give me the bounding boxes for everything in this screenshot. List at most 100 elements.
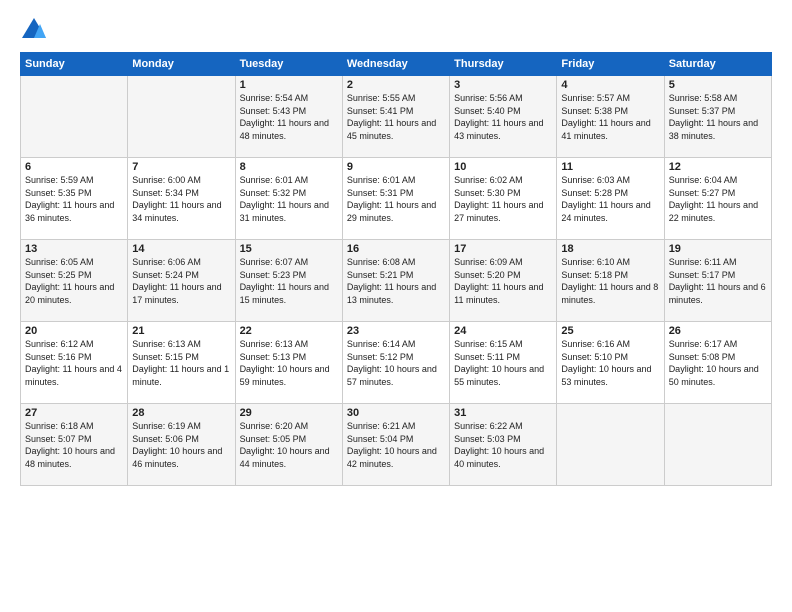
day-detail: Sunrise: 6:13 AM Sunset: 5:15 PM Dayligh… (132, 338, 230, 388)
day-of-week-header: Monday (128, 53, 235, 76)
day-detail: Sunrise: 6:06 AM Sunset: 5:24 PM Dayligh… (132, 256, 230, 306)
calendar-week-row: 27Sunrise: 6:18 AM Sunset: 5:07 PM Dayli… (21, 404, 772, 486)
page: SundayMondayTuesdayWednesdayThursdayFrid… (0, 0, 792, 612)
day-number: 26 (669, 325, 767, 337)
day-detail: Sunrise: 6:09 AM Sunset: 5:20 PM Dayligh… (454, 256, 552, 306)
day-detail: Sunrise: 5:57 AM Sunset: 5:38 PM Dayligh… (561, 92, 659, 142)
day-number: 11 (561, 161, 659, 173)
day-detail: Sunrise: 6:05 AM Sunset: 5:25 PM Dayligh… (25, 256, 123, 306)
calendar-week-row: 6Sunrise: 5:59 AM Sunset: 5:35 PM Daylig… (21, 158, 772, 240)
day-number: 7 (132, 161, 230, 173)
calendar-header: SundayMondayTuesdayWednesdayThursdayFrid… (21, 53, 772, 76)
calendar-cell: 9Sunrise: 6:01 AM Sunset: 5:31 PM Daylig… (342, 158, 449, 240)
day-number: 28 (132, 407, 230, 419)
calendar-cell: 28Sunrise: 6:19 AM Sunset: 5:06 PM Dayli… (128, 404, 235, 486)
day-number: 1 (240, 79, 338, 91)
day-of-week-header: Thursday (450, 53, 557, 76)
calendar-cell (21, 76, 128, 158)
day-number: 13 (25, 243, 123, 255)
calendar-cell: 19Sunrise: 6:11 AM Sunset: 5:17 PM Dayli… (664, 240, 771, 322)
day-detail: Sunrise: 6:22 AM Sunset: 5:03 PM Dayligh… (454, 420, 552, 470)
calendar-cell (664, 404, 771, 486)
day-number: 10 (454, 161, 552, 173)
calendar-cell: 2Sunrise: 5:55 AM Sunset: 5:41 PM Daylig… (342, 76, 449, 158)
day-number: 4 (561, 79, 659, 91)
calendar-cell: 24Sunrise: 6:15 AM Sunset: 5:11 PM Dayli… (450, 322, 557, 404)
day-number: 30 (347, 407, 445, 419)
day-detail: Sunrise: 6:12 AM Sunset: 5:16 PM Dayligh… (25, 338, 123, 388)
day-detail: Sunrise: 6:19 AM Sunset: 5:06 PM Dayligh… (132, 420, 230, 470)
calendar-week-row: 13Sunrise: 6:05 AM Sunset: 5:25 PM Dayli… (21, 240, 772, 322)
calendar-cell: 17Sunrise: 6:09 AM Sunset: 5:20 PM Dayli… (450, 240, 557, 322)
calendar-cell (128, 76, 235, 158)
calendar-cell: 15Sunrise: 6:07 AM Sunset: 5:23 PM Dayli… (235, 240, 342, 322)
day-detail: Sunrise: 6:14 AM Sunset: 5:12 PM Dayligh… (347, 338, 445, 388)
day-detail: Sunrise: 6:16 AM Sunset: 5:10 PM Dayligh… (561, 338, 659, 388)
calendar-week-row: 20Sunrise: 6:12 AM Sunset: 5:16 PM Dayli… (21, 322, 772, 404)
day-detail: Sunrise: 6:02 AM Sunset: 5:30 PM Dayligh… (454, 174, 552, 224)
calendar-cell (557, 404, 664, 486)
calendar-cell: 30Sunrise: 6:21 AM Sunset: 5:04 PM Dayli… (342, 404, 449, 486)
day-number: 27 (25, 407, 123, 419)
day-number: 22 (240, 325, 338, 337)
day-detail: Sunrise: 5:54 AM Sunset: 5:43 PM Dayligh… (240, 92, 338, 142)
day-number: 15 (240, 243, 338, 255)
calendar-cell: 26Sunrise: 6:17 AM Sunset: 5:08 PM Dayli… (664, 322, 771, 404)
calendar-cell: 7Sunrise: 6:00 AM Sunset: 5:34 PM Daylig… (128, 158, 235, 240)
day-detail: Sunrise: 6:11 AM Sunset: 5:17 PM Dayligh… (669, 256, 767, 306)
header (20, 16, 772, 44)
calendar-table: SundayMondayTuesdayWednesdayThursdayFrid… (20, 52, 772, 486)
calendar-cell: 27Sunrise: 6:18 AM Sunset: 5:07 PM Dayli… (21, 404, 128, 486)
day-number: 29 (240, 407, 338, 419)
day-detail: Sunrise: 6:18 AM Sunset: 5:07 PM Dayligh… (25, 420, 123, 470)
day-number: 14 (132, 243, 230, 255)
day-number: 20 (25, 325, 123, 337)
calendar-body: 1Sunrise: 5:54 AM Sunset: 5:43 PM Daylig… (21, 76, 772, 486)
day-detail: Sunrise: 6:08 AM Sunset: 5:21 PM Dayligh… (347, 256, 445, 306)
calendar-cell: 20Sunrise: 6:12 AM Sunset: 5:16 PM Dayli… (21, 322, 128, 404)
calendar-cell: 13Sunrise: 6:05 AM Sunset: 5:25 PM Dayli… (21, 240, 128, 322)
calendar-cell: 1Sunrise: 5:54 AM Sunset: 5:43 PM Daylig… (235, 76, 342, 158)
calendar-cell: 11Sunrise: 6:03 AM Sunset: 5:28 PM Dayli… (557, 158, 664, 240)
calendar-cell: 22Sunrise: 6:13 AM Sunset: 5:13 PM Dayli… (235, 322, 342, 404)
calendar-week-row: 1Sunrise: 5:54 AM Sunset: 5:43 PM Daylig… (21, 76, 772, 158)
day-detail: Sunrise: 5:55 AM Sunset: 5:41 PM Dayligh… (347, 92, 445, 142)
day-number: 12 (669, 161, 767, 173)
calendar-cell: 18Sunrise: 6:10 AM Sunset: 5:18 PM Dayli… (557, 240, 664, 322)
calendar-cell: 3Sunrise: 5:56 AM Sunset: 5:40 PM Daylig… (450, 76, 557, 158)
day-number: 17 (454, 243, 552, 255)
day-detail: Sunrise: 6:21 AM Sunset: 5:04 PM Dayligh… (347, 420, 445, 470)
day-number: 18 (561, 243, 659, 255)
calendar-cell: 8Sunrise: 6:01 AM Sunset: 5:32 PM Daylig… (235, 158, 342, 240)
day-number: 31 (454, 407, 552, 419)
calendar-cell: 23Sunrise: 6:14 AM Sunset: 5:12 PM Dayli… (342, 322, 449, 404)
day-detail: Sunrise: 6:04 AM Sunset: 5:27 PM Dayligh… (669, 174, 767, 224)
day-of-week-header: Friday (557, 53, 664, 76)
day-number: 2 (347, 79, 445, 91)
day-number: 16 (347, 243, 445, 255)
day-number: 24 (454, 325, 552, 337)
calendar-cell: 21Sunrise: 6:13 AM Sunset: 5:15 PM Dayli… (128, 322, 235, 404)
logo-icon (20, 16, 48, 44)
calendar-cell: 16Sunrise: 6:08 AM Sunset: 5:21 PM Dayli… (342, 240, 449, 322)
day-number: 21 (132, 325, 230, 337)
day-of-week-header: Tuesday (235, 53, 342, 76)
day-number: 25 (561, 325, 659, 337)
day-detail: Sunrise: 6:17 AM Sunset: 5:08 PM Dayligh… (669, 338, 767, 388)
day-detail: Sunrise: 6:10 AM Sunset: 5:18 PM Dayligh… (561, 256, 659, 306)
logo (20, 16, 52, 44)
calendar-cell: 10Sunrise: 6:02 AM Sunset: 5:30 PM Dayli… (450, 158, 557, 240)
calendar-cell: 31Sunrise: 6:22 AM Sunset: 5:03 PM Dayli… (450, 404, 557, 486)
day-number: 19 (669, 243, 767, 255)
day-of-week-header: Wednesday (342, 53, 449, 76)
day-number: 5 (669, 79, 767, 91)
day-number: 8 (240, 161, 338, 173)
day-detail: Sunrise: 6:07 AM Sunset: 5:23 PM Dayligh… (240, 256, 338, 306)
day-number: 6 (25, 161, 123, 173)
day-of-week-header: Sunday (21, 53, 128, 76)
calendar-cell: 12Sunrise: 6:04 AM Sunset: 5:27 PM Dayli… (664, 158, 771, 240)
calendar-cell: 25Sunrise: 6:16 AM Sunset: 5:10 PM Dayli… (557, 322, 664, 404)
day-detail: Sunrise: 6:20 AM Sunset: 5:05 PM Dayligh… (240, 420, 338, 470)
day-detail: Sunrise: 5:56 AM Sunset: 5:40 PM Dayligh… (454, 92, 552, 142)
day-detail: Sunrise: 6:13 AM Sunset: 5:13 PM Dayligh… (240, 338, 338, 388)
